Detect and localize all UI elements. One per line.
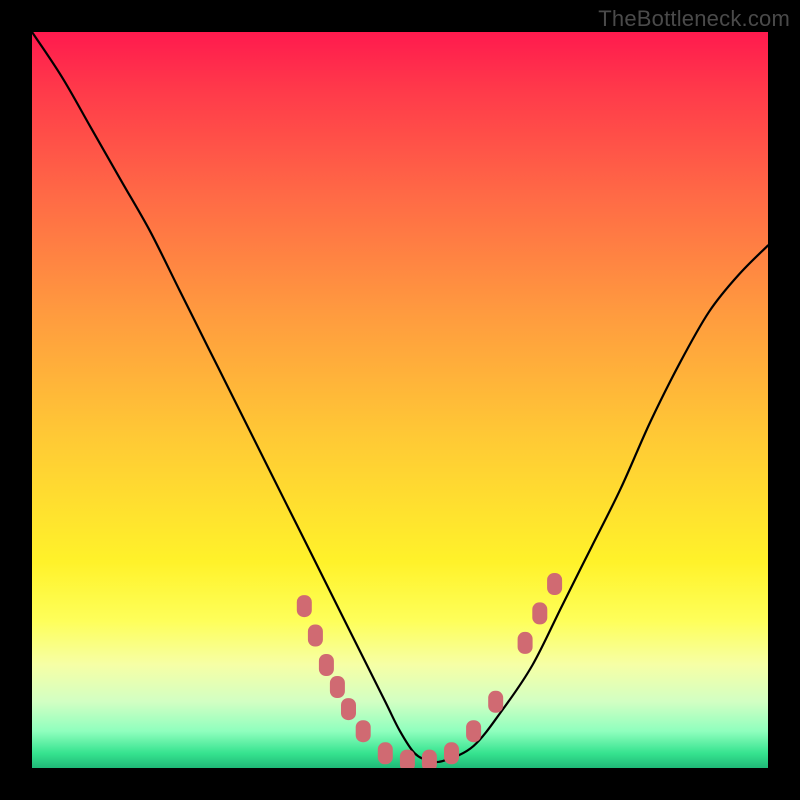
curve-marker	[319, 654, 334, 676]
curve-marker	[532, 602, 547, 624]
curve-marker	[297, 595, 312, 617]
bottleneck-curve	[32, 32, 768, 762]
curve-marker	[308, 625, 323, 647]
curve-marker	[488, 691, 503, 713]
watermark-text: TheBottleneck.com	[598, 6, 790, 32]
curve-marker	[422, 750, 437, 768]
chart-frame: TheBottleneck.com	[0, 0, 800, 800]
plot-area	[32, 32, 768, 768]
curve-marker	[356, 720, 371, 742]
curve-marker	[547, 573, 562, 595]
curve-marker	[330, 676, 345, 698]
curve-marker	[518, 632, 533, 654]
curve-layer	[32, 32, 768, 768]
curve-marker	[466, 720, 481, 742]
curve-marker	[341, 698, 356, 720]
curve-marker	[378, 742, 393, 764]
curve-marker	[400, 750, 415, 768]
curve-marker	[444, 742, 459, 764]
